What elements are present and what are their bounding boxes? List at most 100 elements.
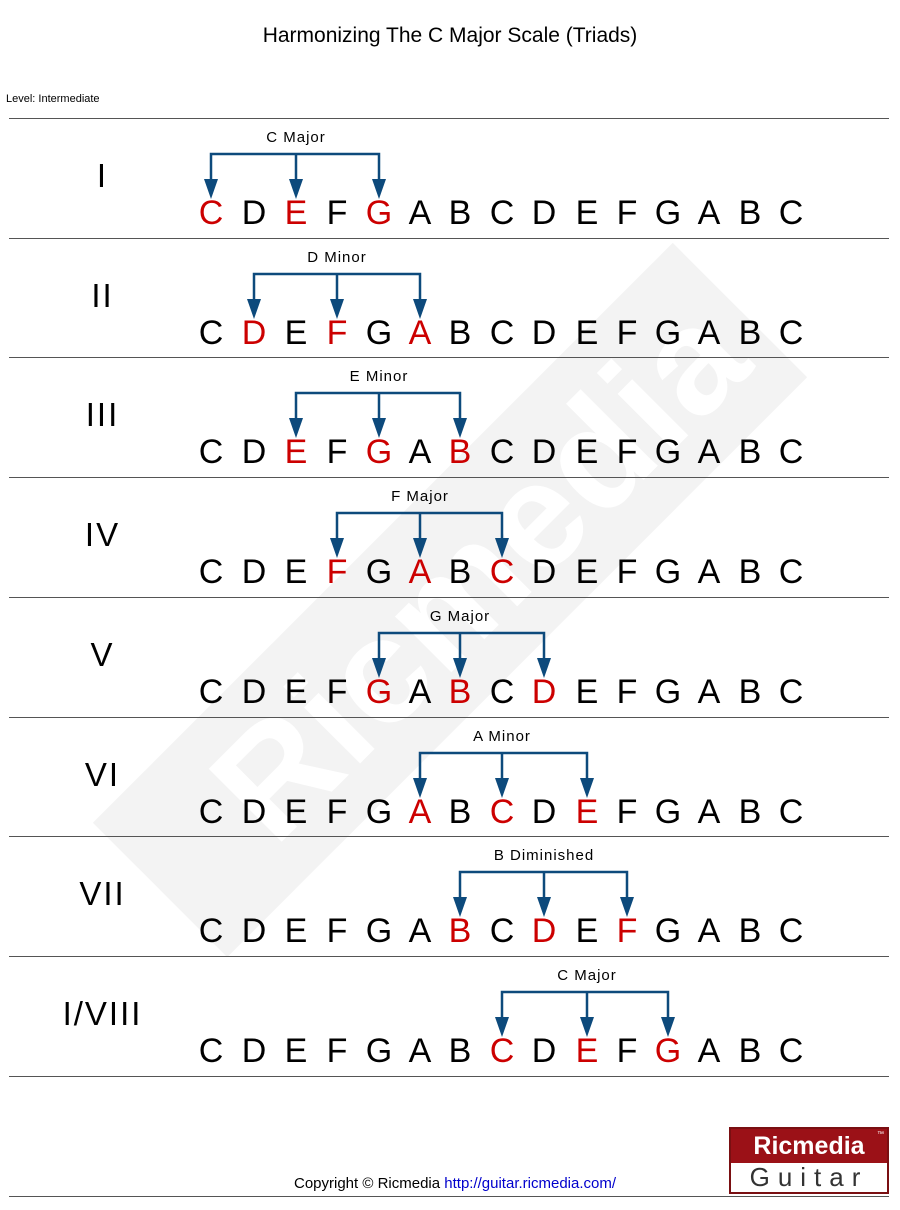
scale-note: C <box>778 553 804 592</box>
scale-note: B <box>448 792 472 831</box>
scale-note: A <box>408 433 432 472</box>
scale-note: F <box>616 194 638 232</box>
scale-note: C <box>489 912 515 951</box>
scale-note: G <box>365 1031 393 1070</box>
bracket-line <box>294 392 462 421</box>
scale-note: G <box>654 912 682 951</box>
level-label: Level: Intermediate <box>6 93 100 105</box>
scale-note: C <box>198 672 224 711</box>
chord-tone-note: B <box>448 672 472 711</box>
chord-tone-note: A <box>408 553 432 592</box>
scale-note: F <box>326 1031 348 1070</box>
scale-note: B <box>738 553 762 592</box>
chord-tone-note: C <box>489 1031 515 1070</box>
scale-note: D <box>531 1031 557 1070</box>
chord-tone-note: A <box>408 792 432 831</box>
chord-tone-note: D <box>241 313 267 352</box>
scale-note: A <box>697 672 721 711</box>
scale-note: B <box>738 1031 762 1070</box>
chord-tone-note: G <box>365 433 393 472</box>
scale-note: C <box>489 433 515 472</box>
scale-note: E <box>284 313 308 352</box>
scale-note: F <box>326 194 348 232</box>
chord-tone-note: C <box>489 792 515 831</box>
scale-note: B <box>448 194 472 232</box>
scale-note: B <box>738 433 762 472</box>
scale-note: B <box>738 194 762 232</box>
chord-tone-note: G <box>654 1031 682 1070</box>
scale-note: G <box>654 792 682 831</box>
chord-name: A Minor <box>473 727 531 745</box>
scale-row: I/VIII C Major C D E F G A B C D E F G A B C <box>0 957 900 1077</box>
scale-note: G <box>654 313 682 352</box>
bracket-line <box>252 272 422 301</box>
divider <box>9 1076 889 1077</box>
scale-note: E <box>284 792 308 831</box>
scale-note: D <box>531 313 557 352</box>
bracket-line <box>377 631 546 660</box>
scale-note: G <box>365 553 393 592</box>
chord-tone-note: B <box>448 912 472 951</box>
scale-note: E <box>284 672 308 711</box>
scale-row: IC Major C D E F G A B C D E F G A B C <box>0 119 900 239</box>
scale-note: D <box>531 792 557 831</box>
chord-name: B Diminished <box>493 847 595 865</box>
scale-note: A <box>408 1031 432 1070</box>
scale-note: D <box>531 433 557 472</box>
scale-note: A <box>408 194 432 232</box>
scale-note: E <box>575 433 599 472</box>
bracket-line <box>500 990 670 1019</box>
chord-tone-note: E <box>575 792 599 831</box>
scale-note: C <box>778 433 804 472</box>
page-title: Harmonizing The C Major Scale (Triads) <box>262 24 638 47</box>
scale-note: E <box>575 672 599 711</box>
chord-name: G Major <box>429 607 491 625</box>
scale-note: F <box>616 792 638 831</box>
scale-note: A <box>697 1031 721 1070</box>
scale-row: II D Minor C D E F G A B C D E F G A B C <box>0 239 900 359</box>
scale-note: C <box>198 912 224 951</box>
chord-tone-note: G <box>365 194 393 232</box>
scale-note: F <box>326 912 348 951</box>
bracket-line <box>209 152 381 181</box>
scale-note: B <box>738 313 762 352</box>
scale-row: IV F Major C D E F G A B C D E F G A B C <box>0 478 900 598</box>
logo-tm: ™ <box>877 1131 884 1138</box>
scale-note: C <box>198 553 224 592</box>
scale-note: F <box>326 433 348 472</box>
bracket-line <box>418 751 589 780</box>
scale-note: C <box>489 313 515 352</box>
chord-name: F Major <box>391 488 449 506</box>
scale-note: D <box>241 672 267 711</box>
footer-link[interactable]: http://guitar.ricmedia.com/ <box>444 1175 616 1192</box>
chord-tone-note: B <box>448 433 472 472</box>
chord-tone-note: E <box>284 433 308 472</box>
scale-note: G <box>654 194 682 232</box>
scale-note: G <box>654 672 682 711</box>
chord-name: D Minor <box>307 248 367 266</box>
scale-note: F <box>616 433 638 472</box>
scale-row: VI A Minor C D E F G A B C D E F G A B C <box>0 718 900 838</box>
scale-note: A <box>697 433 721 472</box>
scale-note: A <box>697 912 721 951</box>
chord-name: E Minor <box>349 368 409 386</box>
scale-note: C <box>198 313 224 352</box>
scale-note: B <box>448 553 472 592</box>
scale-note: D <box>241 1031 267 1070</box>
scale-note: A <box>697 313 721 352</box>
scale-note: E <box>575 313 599 352</box>
bracket-line <box>335 511 504 541</box>
chord-tone-note: C <box>489 553 515 592</box>
scale-note: G <box>654 553 682 592</box>
scale-note: D <box>241 553 267 592</box>
scale-note: C <box>778 1031 804 1070</box>
scale-note: B <box>448 313 472 352</box>
scale-note: F <box>616 1031 638 1070</box>
scale-note: A <box>697 194 721 232</box>
scale-note: F <box>616 553 638 592</box>
scale-note: E <box>575 194 599 232</box>
scale-row: III E Minor C D E F G A B C D E F G A B C <box>0 358 900 478</box>
chord-tone-note: D <box>531 912 557 951</box>
scale-note: D <box>531 194 557 232</box>
copyright-text: Copyright © Ricmedia <box>293 1175 441 1192</box>
